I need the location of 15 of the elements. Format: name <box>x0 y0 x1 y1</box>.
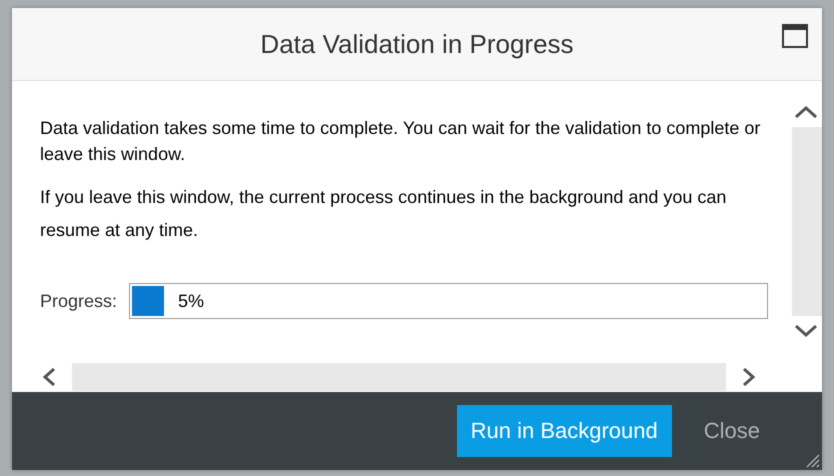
message-text: If you leave this window, the current process continues in the background and you can resume at any time. <box>40 186 728 242</box>
scrollbar-thumb[interactable] <box>792 127 822 316</box>
scroll-down-icon[interactable] <box>794 324 818 338</box>
scroll-up-icon[interactable] <box>794 105 818 119</box>
scroll-left-icon[interactable] <box>42 367 56 387</box>
maximize-icon[interactable] <box>782 24 808 48</box>
message-text: Data validation takes some time to complete. You can wait for the validation to complete or leave this window. <box>40 117 762 166</box>
resize-grip-icon[interactable] <box>804 452 820 468</box>
close-button[interactable]: Close <box>690 405 774 457</box>
scroll-right-icon[interactable] <box>742 367 756 387</box>
dialog-title: Data Validation in Progress <box>260 28 574 60</box>
progress-label: Progress: <box>40 290 118 312</box>
progress-percent: 5% <box>178 290 204 312</box>
scrollbar-thumb[interactable] <box>72 363 726 391</box>
run-in-background-button[interactable]: Run in Background <box>456 405 672 457</box>
